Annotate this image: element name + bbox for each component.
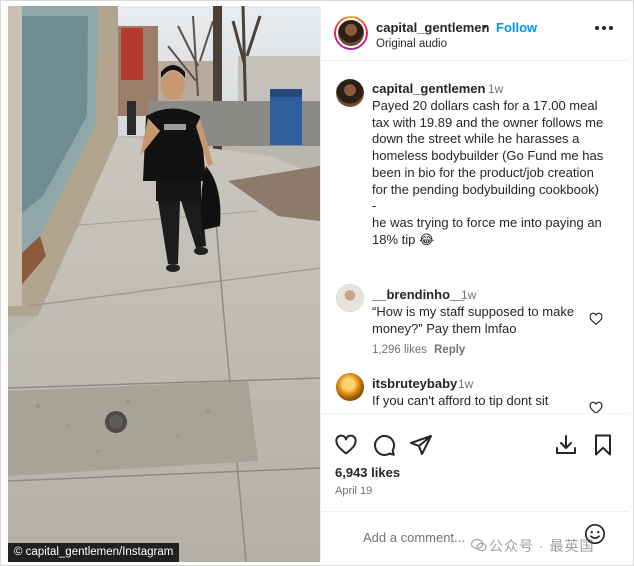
author-avatar[interactable] <box>334 16 368 50</box>
bookmark-icon[interactable] <box>591 433 615 457</box>
post-actions: 6,943 likes April 19 <box>321 413 629 503</box>
caption-text: Payed 20 dollars cash for a 17.00 meal t… <box>372 98 604 247</box>
caption-avatar[interactable] <box>336 79 364 107</box>
emoji-icon[interactable] <box>584 523 606 545</box>
follow-button[interactable]: Follow <box>496 20 537 35</box>
wechat-watermark-icon <box>471 538 487 552</box>
instagram-post-frame: © capital_gentlemen/Instagram capital_ge… <box>0 0 634 566</box>
download-icon[interactable] <box>554 433 578 457</box>
comment-text: If you can't afford to tip dont sit <box>372 393 549 408</box>
comment-avatar[interactable] <box>336 373 364 401</box>
comment-likes[interactable]: 1,296 likes <box>372 344 427 356</box>
heart-icon[interactable] <box>334 433 358 457</box>
caption-time: 1w <box>488 82 504 96</box>
post-photo[interactable]: © capital_gentlemen/Instagram <box>8 6 320 562</box>
street-scene-image <box>8 6 320 562</box>
comment-text: “How is my staff supposed to make money?… <box>372 304 575 336</box>
post-header: capital_gentlemen • Follow Original audi… <box>321 6 629 61</box>
add-comment-bar: Add a comment... 公众号 · 最英国 <box>321 511 629 562</box>
separator-dot: • <box>482 19 487 34</box>
image-credit: © capital_gentlemen/Instagram <box>8 543 180 562</box>
share-icon[interactable] <box>409 433 433 457</box>
watermark-text: 公众号 · 最英国 <box>489 538 595 554</box>
comment-avatar[interactable] <box>336 284 364 312</box>
comments-list[interactable]: capital_gentlemen 1w Payed 20 dollars ca… <box>321 62 629 413</box>
likes-count[interactable]: 6,943 likes <box>335 465 400 480</box>
comment-icon[interactable] <box>372 433 396 457</box>
comment-time: 1w <box>458 377 474 391</box>
author-username[interactable]: capital_gentlemen <box>376 20 489 35</box>
audio-label[interactable]: Original audio <box>376 38 447 50</box>
caption-username[interactable]: capital_gentlemen <box>372 81 485 96</box>
comment-username[interactable]: itsbruteybaby <box>372 376 457 391</box>
more-horizontal-icon[interactable] <box>595 26 613 32</box>
comment-heart-icon[interactable] <box>589 312 603 326</box>
post-side-panel: capital_gentlemen • Follow Original audi… <box>320 6 629 562</box>
comment-username[interactable]: __brendinho__ <box>372 287 464 302</box>
comment-time: 1w <box>461 288 477 302</box>
comment-heart-icon[interactable] <box>589 401 603 413</box>
reply-button[interactable]: Reply <box>434 344 465 356</box>
post-date: April 19 <box>335 485 373 497</box>
